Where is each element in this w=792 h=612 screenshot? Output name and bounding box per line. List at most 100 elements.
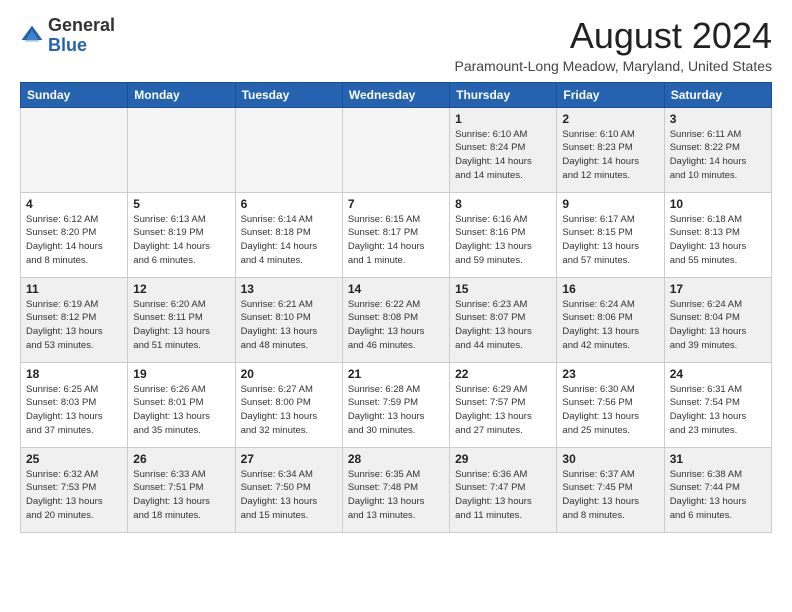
day-info: Sunrise: 6:35 AM Sunset: 7:48 PM Dayligh… (348, 468, 444, 523)
day-info: Sunrise: 6:10 AM Sunset: 8:23 PM Dayligh… (562, 128, 658, 183)
calendar-week-row: 1 Sunrise: 6:10 AM Sunset: 8:24 PM Daylig… (21, 107, 772, 192)
day-number: 22 (455, 367, 551, 381)
calendar-day-cell: 9Sunrise: 6:17 AM Sunset: 8:15 PM Daylig… (557, 192, 664, 277)
day-info: Sunrise: 6:25 AM Sunset: 8:03 PM Dayligh… (26, 383, 122, 438)
calendar-day-cell: 21 Sunrise: 6:28 AM Sunset: 7:59 PM Dayli… (342, 362, 449, 447)
calendar-day-cell: 23Sunrise: 6:30 AM Sunset: 7:56 PM Dayli… (557, 362, 664, 447)
day-info: Sunrise: 6:17 AM Sunset: 8:15 PM Dayligh… (562, 213, 658, 268)
day-info: Sunrise: 6:37 AM Sunset: 7:45 PM Dayligh… (562, 468, 658, 523)
day-info: Sunrise: 6:36 AM Sunset: 7:47 PM Dayligh… (455, 468, 551, 523)
col-header-wednesday: Wednesday (342, 82, 449, 107)
calendar-day-cell: 10 Sunrise: 6:18 AM Sunset: 8:13 PM Dayli… (664, 192, 771, 277)
logo-general-text: General (48, 15, 115, 35)
day-info: Sunrise: 6:28 AM Sunset: 7:59 PM Dayligh… (348, 383, 444, 438)
day-info: Sunrise: 6:24 AM Sunset: 8:06 PM Dayligh… (562, 298, 658, 353)
day-number: 25 (26, 452, 122, 466)
calendar-day-cell: 26Sunrise: 6:33 AM Sunset: 7:51 PM Dayli… (128, 447, 235, 532)
calendar-day-cell (235, 107, 342, 192)
day-info: Sunrise: 6:18 AM Sunset: 8:13 PM Dayligh… (670, 213, 766, 268)
calendar-day-cell: 3Sunrise: 6:11 AM Sunset: 8:22 PM Daylig… (664, 107, 771, 192)
day-number: 27 (241, 452, 337, 466)
calendar-day-cell: 14 Sunrise: 6:22 AM Sunset: 8:08 PM Dayli… (342, 277, 449, 362)
day-number: 19 (133, 367, 229, 381)
calendar-day-cell (21, 107, 128, 192)
day-number: 1 (455, 112, 551, 126)
day-info: Sunrise: 6:24 AM Sunset: 8:04 PM Dayligh… (670, 298, 766, 353)
day-info: Sunrise: 6:16 AM Sunset: 8:16 PM Dayligh… (455, 213, 551, 268)
day-number: 12 (133, 282, 229, 296)
calendar-day-cell: 19 Sunrise: 6:26 AM Sunset: 8:01 PM Dayli… (128, 362, 235, 447)
day-number: 6 (241, 197, 337, 211)
day-number: 2 (562, 112, 658, 126)
calendar-day-cell: 25Sunrise: 6:32 AM Sunset: 7:53 PM Dayli… (21, 447, 128, 532)
day-number: 10 (670, 197, 766, 211)
day-info: Sunrise: 6:26 AM Sunset: 8:01 PM Dayligh… (133, 383, 229, 438)
day-number: 14 (348, 282, 444, 296)
day-number: 7 (348, 197, 444, 211)
month-title: August 2024 (454, 16, 772, 56)
day-info: Sunrise: 6:19 AM Sunset: 8:12 PM Dayligh… (26, 298, 122, 353)
calendar-day-cell: 2 Sunrise: 6:10 AM Sunset: 8:23 PM Daylig… (557, 107, 664, 192)
day-number: 24 (670, 367, 766, 381)
calendar-day-cell: 5 Sunrise: 6:13 AM Sunset: 8:19 PM Daylig… (128, 192, 235, 277)
day-info: Sunrise: 6:10 AM Sunset: 8:24 PM Dayligh… (455, 128, 551, 183)
day-info: Sunrise: 6:22 AM Sunset: 8:08 PM Dayligh… (348, 298, 444, 353)
col-header-thursday: Thursday (450, 82, 557, 107)
day-number: 29 (455, 452, 551, 466)
calendar-day-cell: 27Sunrise: 6:34 AM Sunset: 7:50 PM Dayli… (235, 447, 342, 532)
calendar-day-cell (128, 107, 235, 192)
day-number: 17 (670, 282, 766, 296)
day-number: 26 (133, 452, 229, 466)
day-info: Sunrise: 6:20 AM Sunset: 8:11 PM Dayligh… (133, 298, 229, 353)
day-number: 31 (670, 452, 766, 466)
calendar-day-cell: 6Sunrise: 6:14 AM Sunset: 8:18 PM Daylig… (235, 192, 342, 277)
col-header-monday: Monday (128, 82, 235, 107)
calendar-day-cell: 1 Sunrise: 6:10 AM Sunset: 8:24 PM Daylig… (450, 107, 557, 192)
logo-blue-text: Blue (48, 35, 87, 55)
calendar-day-cell: 15 Sunrise: 6:23 AM Sunset: 8:07 PM Dayli… (450, 277, 557, 362)
day-number: 16 (562, 282, 658, 296)
col-header-tuesday: Tuesday (235, 82, 342, 107)
calendar-day-cell: 24 Sunrise: 6:31 AM Sunset: 7:54 PM Dayli… (664, 362, 771, 447)
day-info: Sunrise: 6:38 AM Sunset: 7:44 PM Dayligh… (670, 468, 766, 523)
calendar-table: SundayMondayTuesdayWednesdayThursdayFrid… (20, 82, 772, 533)
calendar-day-cell: 13Sunrise: 6:21 AM Sunset: 8:10 PM Dayli… (235, 277, 342, 362)
calendar-day-cell: 12 Sunrise: 6:20 AM Sunset: 8:11 PM Dayli… (128, 277, 235, 362)
day-number: 8 (455, 197, 551, 211)
logo: General Blue (20, 16, 115, 56)
page-header: General Blue August 2024 Paramount-Long … (20, 16, 772, 74)
day-number: 20 (241, 367, 337, 381)
day-info: Sunrise: 6:23 AM Sunset: 8:07 PM Dayligh… (455, 298, 551, 353)
day-number: 3 (670, 112, 766, 126)
day-number: 28 (348, 452, 444, 466)
calendar-week-row: 11Sunrise: 6:19 AM Sunset: 8:12 PM Dayli… (21, 277, 772, 362)
day-number: 5 (133, 197, 229, 211)
calendar-day-cell (342, 107, 449, 192)
calendar-day-cell: 18Sunrise: 6:25 AM Sunset: 8:03 PM Dayli… (21, 362, 128, 447)
calendar-day-cell: 7 Sunrise: 6:15 AM Sunset: 8:17 PM Daylig… (342, 192, 449, 277)
day-info: Sunrise: 6:29 AM Sunset: 7:57 PM Dayligh… (455, 383, 551, 438)
calendar-day-cell: 20Sunrise: 6:27 AM Sunset: 8:00 PM Dayli… (235, 362, 342, 447)
calendar-week-row: 18Sunrise: 6:25 AM Sunset: 8:03 PM Dayli… (21, 362, 772, 447)
col-header-saturday: Saturday (664, 82, 771, 107)
day-number: 21 (348, 367, 444, 381)
day-info: Sunrise: 6:13 AM Sunset: 8:19 PM Dayligh… (133, 213, 229, 268)
calendar-day-cell: 11Sunrise: 6:19 AM Sunset: 8:12 PM Dayli… (21, 277, 128, 362)
calendar-day-cell: 17 Sunrise: 6:24 AM Sunset: 8:04 PM Dayli… (664, 277, 771, 362)
title-block: August 2024 Paramount-Long Meadow, Maryl… (454, 16, 772, 74)
calendar-day-cell: 16 Sunrise: 6:24 AM Sunset: 8:06 PM Dayli… (557, 277, 664, 362)
calendar-day-cell: 31 Sunrise: 6:38 AM Sunset: 7:44 PM Dayli… (664, 447, 771, 532)
calendar-day-cell: 8 Sunrise: 6:16 AM Sunset: 8:16 PM Daylig… (450, 192, 557, 277)
day-info: Sunrise: 6:12 AM Sunset: 8:20 PM Dayligh… (26, 213, 122, 268)
calendar-week-row: 25Sunrise: 6:32 AM Sunset: 7:53 PM Dayli… (21, 447, 772, 532)
day-info: Sunrise: 6:15 AM Sunset: 8:17 PM Dayligh… (348, 213, 444, 268)
day-number: 13 (241, 282, 337, 296)
calendar-header-row: SundayMondayTuesdayWednesdayThursdayFrid… (21, 82, 772, 107)
day-number: 15 (455, 282, 551, 296)
col-header-sunday: Sunday (21, 82, 128, 107)
calendar-day-cell: 30Sunrise: 6:37 AM Sunset: 7:45 PM Dayli… (557, 447, 664, 532)
calendar-day-cell: 29 Sunrise: 6:36 AM Sunset: 7:47 PM Dayli… (450, 447, 557, 532)
calendar-day-cell: 22 Sunrise: 6:29 AM Sunset: 7:57 PM Dayli… (450, 362, 557, 447)
logo-icon (20, 24, 44, 48)
day-info: Sunrise: 6:31 AM Sunset: 7:54 PM Dayligh… (670, 383, 766, 438)
